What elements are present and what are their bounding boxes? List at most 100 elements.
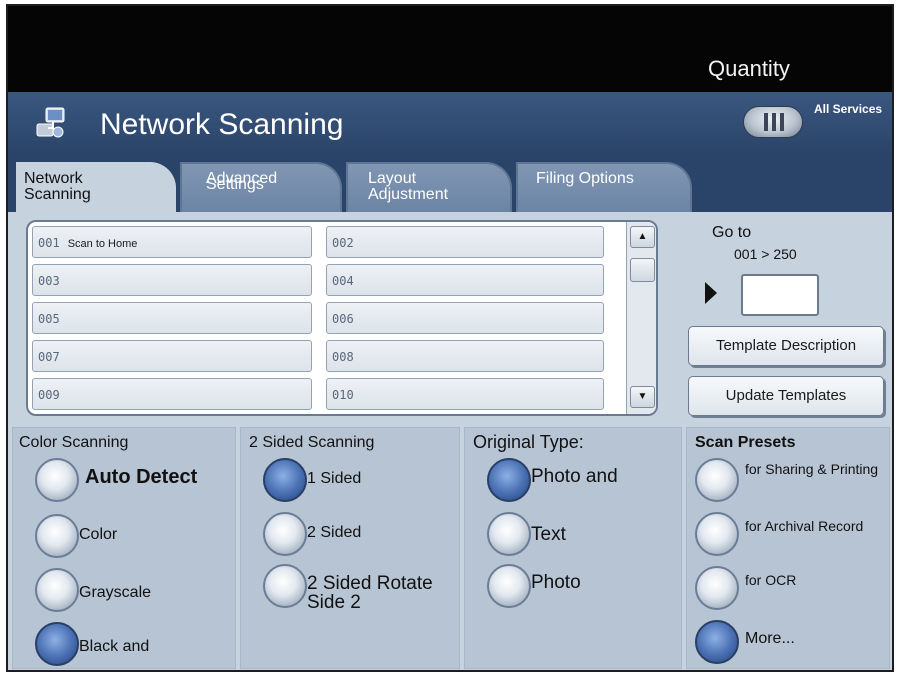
radio-button[interactable]: [263, 564, 307, 608]
tab-strip: Network Scanning Advanced Settings Layou…: [8, 156, 892, 214]
option-label: Photo: [531, 572, 581, 593]
option-2-sided[interactable]: 2 Sided: [263, 512, 413, 556]
option-preset-ocr[interactable]: for OCR: [695, 566, 855, 610]
option-grayscale[interactable]: Grayscale: [35, 568, 225, 612]
radio-button[interactable]: [35, 458, 79, 502]
two-sided-scanning-group: 2 Sided Scanning 1 Sided 2 Sided 2 Sided…: [240, 427, 460, 669]
option-2-sided-rotate[interactable]: 2 Sided Rotate Side 2: [263, 564, 443, 634]
tab-filing-options[interactable]: Filing Options: [516, 162, 692, 212]
radio-button[interactable]: [695, 458, 739, 502]
radio-button[interactable]: [35, 514, 79, 558]
goto-label: Go to: [712, 224, 752, 241]
template-name: Scan to Home: [67, 238, 138, 250]
all-services-button[interactable]: [743, 106, 803, 138]
option-auto-detect[interactable]: Auto Detect: [35, 458, 231, 502]
goto-input[interactable]: [741, 274, 819, 316]
option-photo-and[interactable]: Photo and: [487, 458, 667, 502]
template-item[interactable]: 008: [326, 340, 604, 372]
template-number: 007: [38, 350, 60, 364]
template-number: 008: [332, 350, 354, 364]
template-item[interactable]: 001 Scan to Home: [32, 226, 312, 258]
radio-button[interactable]: [487, 512, 531, 556]
option-label: for Archival Record: [745, 518, 864, 534]
template-number: 002: [332, 236, 354, 250]
option-black-and[interactable]: Black and: [35, 622, 225, 666]
tab-label-line1: Network: [24, 170, 83, 187]
template-number: 001: [38, 236, 60, 250]
group-title: Color Scanning: [19, 434, 129, 451]
option-photo[interactable]: Photo: [487, 564, 637, 608]
template-item[interactable]: 009: [32, 378, 312, 410]
radio-button-selected[interactable]: [263, 458, 307, 502]
option-label: Text: [531, 524, 566, 545]
radio-button-selected[interactable]: [487, 458, 531, 502]
group-title: Scan Presets: [695, 434, 796, 451]
template-item[interactable]: 010: [326, 378, 604, 410]
arrow-right-icon: [705, 282, 717, 304]
option-label: Photo and: [531, 466, 618, 487]
group-title: 2 Sided Scanning: [249, 434, 375, 451]
template-number: 006: [332, 312, 354, 326]
status-bar: Quantity: [8, 6, 892, 92]
template-item[interactable]: 004: [326, 264, 604, 296]
template-number: 005: [38, 312, 60, 326]
tab-label-line1: Filing Options: [536, 170, 634, 187]
template-item[interactable]: 006: [326, 302, 604, 334]
option-1-sided[interactable]: 1 Sided: [263, 458, 413, 502]
option-preset-archival-record[interactable]: for Archival Record: [695, 512, 885, 556]
radio-button[interactable]: [35, 568, 79, 612]
tab-layout-adjustment[interactable]: Layout Adjustment: [346, 162, 512, 212]
radio-button-selected[interactable]: [695, 620, 739, 664]
option-label: Grayscale: [79, 584, 152, 601]
template-description-button[interactable]: Template Description: [688, 326, 884, 366]
radio-button[interactable]: [487, 564, 531, 608]
option-label: 1 Sided: [307, 470, 362, 487]
option-label: for Sharing & Printing: [745, 461, 879, 477]
update-templates-button[interactable]: Update Templates: [688, 376, 884, 416]
tab-label-line1: Layout: [368, 170, 417, 187]
radio-button[interactable]: [263, 512, 307, 556]
template-item[interactable]: 007: [32, 340, 312, 372]
template-number: 003: [38, 274, 60, 288]
option-label: Black and: [79, 638, 150, 655]
option-color[interactable]: Color: [35, 514, 195, 558]
template-list: 001 Scan to Home 002 003 004 005 006 007 …: [26, 220, 658, 416]
option-preset-sharing-printing[interactable]: for Sharing & Printing: [695, 458, 885, 502]
original-type-group: Original Type: Photo and Text Photo: [464, 427, 682, 669]
template-number: 009: [38, 388, 60, 402]
option-text[interactable]: Text: [487, 512, 637, 556]
option-preset-more[interactable]: More...: [695, 620, 855, 664]
tab-label-line2: Scanning: [24, 186, 91, 203]
template-scrollbar[interactable]: ▲ ▼: [626, 222, 656, 414]
scroll-up-button[interactable]: ▲: [630, 226, 655, 248]
option-label: More...: [745, 630, 795, 647]
radio-button[interactable]: [695, 566, 739, 610]
network-scanning-icon: [36, 107, 65, 138]
template-item[interactable]: 002: [326, 226, 604, 258]
option-label: Color: [79, 526, 118, 543]
all-services-label: All Services: [814, 102, 883, 116]
group-title: Original Type:: [473, 432, 584, 452]
scroll-down-button[interactable]: ▼: [630, 386, 655, 408]
option-label: for OCR: [745, 572, 797, 588]
template-item[interactable]: 005: [32, 302, 312, 334]
radio-button-selected[interactable]: [35, 622, 79, 666]
goto-range: 001 > 250: [734, 246, 797, 262]
color-scanning-group: Color Scanning Auto Detect Color Graysca…: [12, 427, 236, 669]
scroll-thumb[interactable]: [630, 258, 655, 282]
tab-network-scanning[interactable]: Network Scanning: [16, 162, 176, 214]
option-label: 2 Sided Rotate Side 2: [307, 573, 433, 613]
all-services-icon: [764, 113, 784, 131]
option-label: 2 Sided: [307, 524, 362, 541]
scan-presets-group: Scan Presets for Sharing & Printing for …: [686, 427, 890, 669]
tab-advanced-settings[interactable]: Advanced Settings: [180, 162, 342, 212]
template-number: 004: [332, 274, 354, 288]
template-item[interactable]: 003: [32, 264, 312, 296]
radio-button[interactable]: [695, 512, 739, 556]
template-number: 010: [332, 388, 354, 402]
option-label: Auto Detect: [85, 466, 198, 488]
page-title: Network Scanning: [100, 108, 344, 141]
title-bar: Network Scanning All Services: [8, 92, 892, 156]
scanner-screen: Quantity Network Scanning All Services N…: [6, 4, 894, 672]
quantity-label: Quantity: [708, 56, 790, 81]
